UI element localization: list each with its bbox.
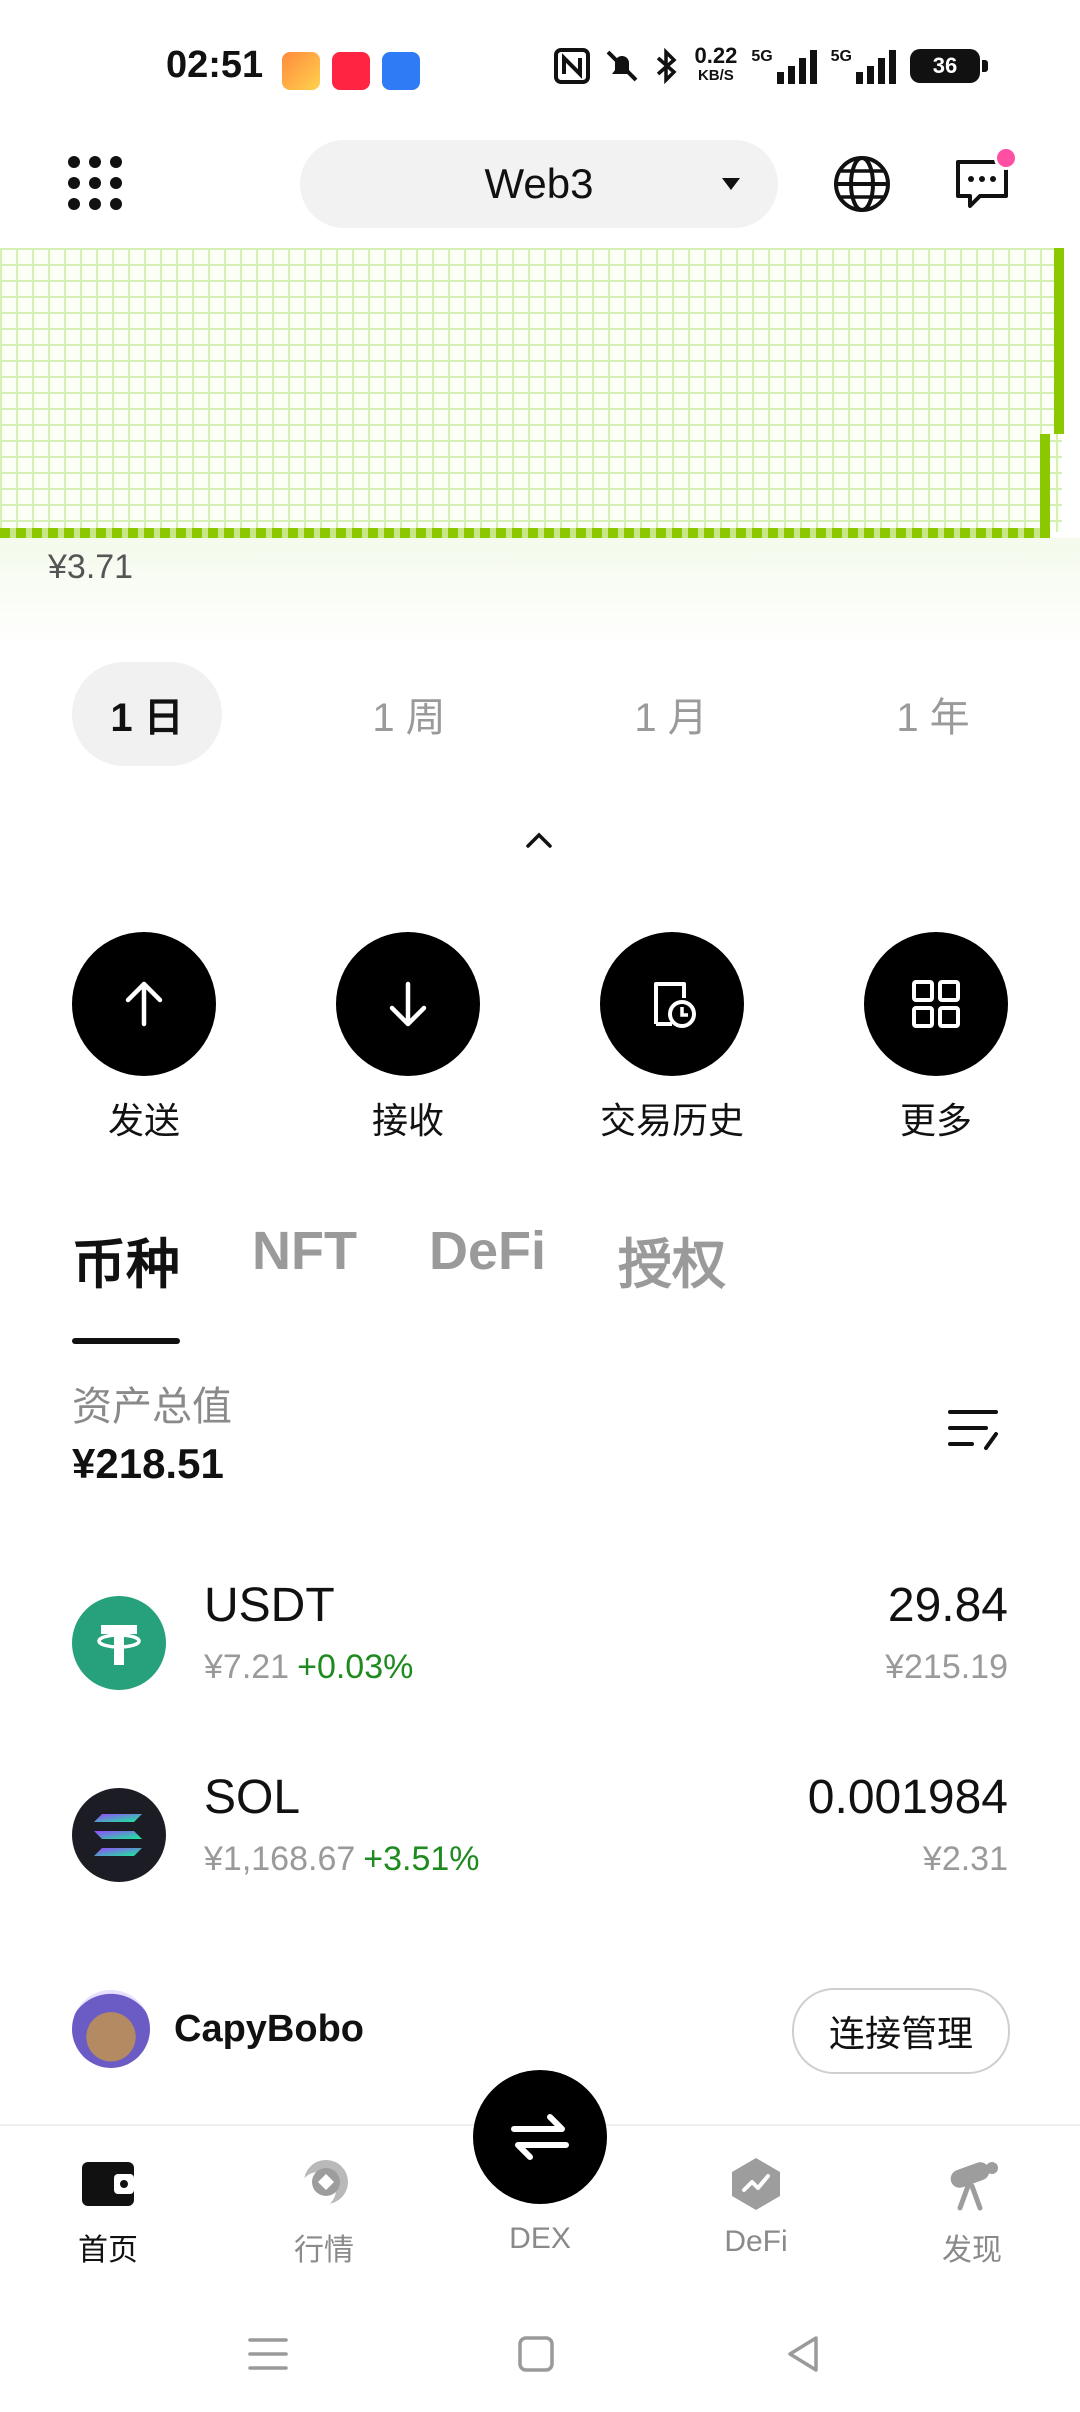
nav-market[interactable]: 行情 bbox=[254, 2156, 394, 2269]
defi-icon bbox=[732, 2158, 780, 2210]
send-button[interactable]: 发送 bbox=[44, 932, 244, 1144]
menu-icon[interactable] bbox=[244, 2330, 292, 2378]
token-price: ¥1,168.67 bbox=[204, 1840, 356, 1878]
nav-home-label: 首页 bbox=[78, 2234, 138, 2267]
bluetooth-icon bbox=[657, 48, 678, 84]
top-header: Web3 bbox=[0, 130, 1080, 240]
xiaohongshu-app-icon bbox=[332, 52, 370, 90]
token-value: ¥215.19 bbox=[885, 1648, 1008, 1686]
signal-strength-1: 5G bbox=[751, 48, 817, 84]
history-button[interactable]: 交易历史 bbox=[572, 932, 772, 1144]
chart-low-price-label: ¥3.71 bbox=[48, 548, 134, 586]
history-label: 交易历史 bbox=[599, 1100, 744, 1141]
game-app-icon bbox=[282, 52, 320, 90]
dex-button[interactable] bbox=[473, 2070, 607, 2204]
chart-grid bbox=[0, 248, 1062, 532]
status-time: 02:51 bbox=[166, 44, 264, 86]
notification-dot bbox=[994, 146, 1018, 170]
nav-dex-label: DEX bbox=[509, 2222, 571, 2255]
caret-down-icon bbox=[722, 178, 740, 190]
chevron-up-icon[interactable] bbox=[522, 824, 556, 858]
back-icon[interactable] bbox=[780, 2330, 828, 2378]
tab-defi[interactable]: DeFi bbox=[429, 1220, 546, 1320]
sol-logo-icon bbox=[72, 1788, 166, 1882]
total-assets-label: 资产总值 bbox=[72, 1385, 232, 1429]
receive-label: 接收 bbox=[371, 1100, 444, 1141]
battery-icon: 36 bbox=[910, 49, 988, 83]
signal-strength-2: 5G bbox=[831, 48, 896, 84]
token-row-usdt[interactable]: USDT ¥7.21 +0.03% 29.84 ¥215.19 bbox=[0, 1578, 1080, 1728]
discover-icon bbox=[950, 2162, 998, 2211]
token-symbol: SOL bbox=[204, 1771, 301, 1824]
status-bar: 02:51 0.22 KB/S 5G 5G 36 bbox=[0, 0, 1080, 130]
period-tab-1m[interactable]: 1 月 bbox=[596, 662, 746, 766]
nav-defi-label: DeFi bbox=[724, 2225, 788, 2258]
tab-approvals[interactable]: 授权 bbox=[618, 1220, 726, 1320]
price-chart[interactable]: ¥3.71 bbox=[0, 248, 1080, 648]
market-icon bbox=[300, 2160, 348, 2208]
quick-actions: 发送 接收 交易历史 更多 bbox=[0, 932, 1080, 1152]
usdt-logo-icon bbox=[72, 1596, 166, 1690]
battery-level: 36 bbox=[932, 53, 958, 78]
network-label: Web3 bbox=[484, 160, 594, 207]
status-app-icons bbox=[282, 52, 420, 90]
net-speed-value: 0.22 bbox=[694, 43, 738, 68]
total-assets-value: ¥218.51 bbox=[72, 1440, 224, 1487]
nav-discover-label: 发现 bbox=[942, 2234, 1002, 2267]
arrow-down-icon bbox=[389, 981, 427, 1027]
token-change: +0.03% bbox=[297, 1648, 414, 1686]
connection-manage-button[interactable]: 连接管理 bbox=[792, 1988, 1010, 2074]
token-amount: 29.84 bbox=[887, 1579, 1008, 1632]
period-tab-1y[interactable]: 1 年 bbox=[858, 662, 1008, 766]
token-symbol: USDT bbox=[204, 1579, 335, 1632]
send-label: 发送 bbox=[107, 1100, 180, 1141]
token-value: ¥2.31 bbox=[922, 1840, 1008, 1878]
asset-tabs: 币种 NFT DeFi 授权 bbox=[72, 1220, 726, 1344]
period-tab-1d[interactable]: 1 日 bbox=[72, 662, 222, 766]
period-tab-1w[interactable]: 1 周 bbox=[334, 662, 484, 766]
nav-discover[interactable]: 发现 bbox=[902, 2156, 1042, 2269]
apps-menu-icon[interactable] bbox=[66, 154, 124, 212]
period-tabs: 1 日 1 周 1 月 1 年 bbox=[0, 660, 1080, 770]
globe-icon[interactable] bbox=[832, 154, 892, 214]
sort-icon[interactable] bbox=[946, 1404, 1004, 1456]
swap-icon bbox=[511, 2114, 569, 2160]
status-right-icons: 0.22 KB/S 5G 5G 36 bbox=[554, 43, 988, 86]
signal-1-label: 5G bbox=[751, 48, 773, 65]
token-row-sol[interactable]: SOL ¥1,168.67 +3.51% 0.001984 ¥2.31 bbox=[0, 1770, 1080, 1920]
receive-button[interactable]: 接收 bbox=[308, 932, 508, 1144]
arrow-up-icon bbox=[125, 981, 163, 1027]
history-icon bbox=[654, 982, 696, 1028]
net-speed: 0.22 KB/S bbox=[694, 43, 738, 86]
blue-app-icon bbox=[382, 52, 420, 90]
token-price-line: ¥1,168.67 +3.51% bbox=[204, 1840, 480, 1879]
token-price: ¥7.21 bbox=[204, 1648, 290, 1686]
signal-2-label: 5G bbox=[830, 48, 852, 65]
chart-price-line-peak bbox=[1054, 248, 1064, 434]
network-selector[interactable]: Web3 bbox=[300, 140, 778, 228]
token-price-line: ¥7.21 +0.03% bbox=[204, 1648, 413, 1687]
messages-button[interactable] bbox=[952, 146, 1018, 214]
account-name: CapyBobo bbox=[174, 2008, 364, 2050]
chart-price-line bbox=[0, 528, 1050, 538]
nav-home[interactable]: 首页 bbox=[38, 2156, 178, 2269]
mute-icon bbox=[607, 50, 638, 82]
system-navigation bbox=[0, 2290, 1080, 2412]
home-icon[interactable] bbox=[512, 2330, 560, 2378]
nfc-icon bbox=[554, 48, 591, 84]
chart-fade bbox=[0, 538, 1080, 648]
nav-defi[interactable]: DeFi bbox=[686, 2156, 826, 2259]
grid-icon bbox=[912, 980, 960, 1028]
chart-price-line-rise bbox=[1040, 434, 1050, 538]
tab-nft[interactable]: NFT bbox=[252, 1220, 357, 1320]
avatar[interactable] bbox=[72, 1990, 150, 2068]
wallet-icon bbox=[82, 2162, 134, 2206]
token-amount: 0.001984 bbox=[807, 1771, 1008, 1824]
nav-market-label: 行情 bbox=[294, 2234, 354, 2267]
more-label: 更多 bbox=[899, 1100, 972, 1141]
more-button[interactable]: 更多 bbox=[836, 932, 1036, 1144]
tab-tokens[interactable]: 币种 bbox=[72, 1220, 180, 1344]
net-speed-unit: KB/S bbox=[697, 67, 734, 84]
token-change: +3.51% bbox=[363, 1840, 480, 1878]
